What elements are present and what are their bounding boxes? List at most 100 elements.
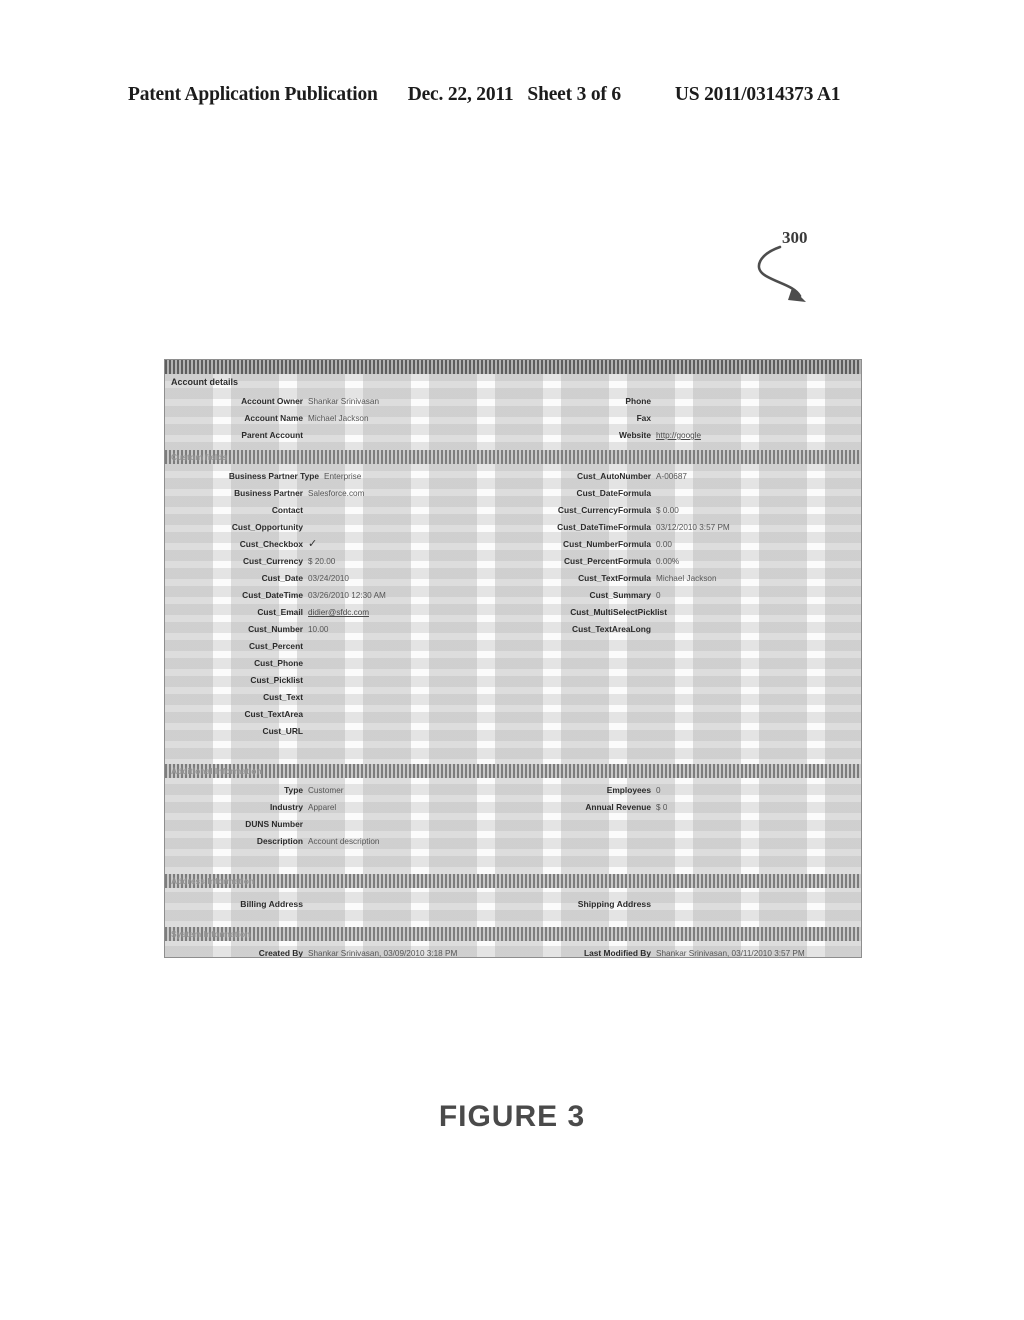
patent-page-header: Patent Application Publication Dec. 22, … xyxy=(128,84,896,106)
field-row: Cust_DateTimeFormula 03/12/2010 3:57 PM xyxy=(517,519,861,536)
right-field-column: Last Modified By Shankar Srinivasan, 03/1… xyxy=(513,945,861,958)
field-label: Last Modified By xyxy=(583,948,651,958)
field-label: Cust_MultiSelectPicklist xyxy=(570,607,667,617)
field-label: Industry xyxy=(269,802,303,812)
field-value: Customer xyxy=(308,786,344,795)
field-label: Description xyxy=(256,836,303,846)
field-row: Cust_DateTime 03/26/2010 12:30 AM xyxy=(169,587,513,604)
field-row: Cust_Email didier@sfdc.com xyxy=(169,604,513,621)
field-row: Cust_Picklist xyxy=(169,672,513,689)
field-label: Created By xyxy=(258,948,303,958)
section-account-details: Account details Account Owner Shankar Srin… xyxy=(165,360,861,450)
field-row: Cust_Percent xyxy=(169,638,513,655)
field-label: Phone xyxy=(625,396,651,406)
field-row: Employees 0 xyxy=(517,782,861,799)
field-row: Billing Address xyxy=(169,896,513,913)
section-title: Additional Information xyxy=(171,766,262,776)
figure-caption: FIGURE 3 xyxy=(438,1100,586,1133)
field-row: Cust_AutoNumber A-00687 xyxy=(517,468,861,485)
field-value: $ 0.00 xyxy=(656,506,679,515)
section-header-band[interactable]: Additional Information xyxy=(165,764,861,778)
field-label: Website xyxy=(619,430,651,440)
field-label: Fax xyxy=(636,413,651,423)
field-label: Business Partner Type xyxy=(228,471,319,481)
section-header-band[interactable]: System Information xyxy=(165,927,861,941)
section-header-band[interactable]: Address Information xyxy=(165,874,861,888)
section-fields: Business Partner Type Enterprise Business … xyxy=(165,464,861,746)
field-label: DUNS Number xyxy=(245,819,303,829)
field-label: Cust_AutoNumber xyxy=(577,471,651,481)
field-value-link[interactable]: didier@sfdc.com xyxy=(308,604,369,621)
field-value: Account description xyxy=(308,837,380,846)
field-row: Account Owner Shankar Srinivasan xyxy=(169,393,513,410)
field-row: Phone xyxy=(517,393,861,410)
field-label: Cust_Checkbox xyxy=(239,539,303,549)
field-label: Parent Account xyxy=(241,430,303,440)
left-field-column: Created By Shankar Srinivasan, 03/09/2010… xyxy=(165,945,513,958)
left-field-column: Account Owner Shankar Srinivasan Account N… xyxy=(165,393,513,444)
field-value: Michael Jackson xyxy=(308,414,369,423)
field-label: Account Name xyxy=(244,413,303,423)
field-row: Cust_Opportunity xyxy=(169,519,513,536)
field-row: Cust_Date 03/24/2010 xyxy=(169,570,513,587)
right-field-column: Phone Fax Website http://google xyxy=(513,393,861,444)
patent-number: US 2011/0314373 A1 xyxy=(674,84,841,105)
field-label: Cust_URL xyxy=(262,726,303,736)
field-row: Last Modified By Shankar Srinivasan, 03/1… xyxy=(517,945,861,958)
field-value: 10.00 xyxy=(308,625,329,634)
field-label: Employees xyxy=(606,785,651,795)
field-value: 0 xyxy=(656,786,661,795)
field-label: Cust_Percent xyxy=(249,641,303,651)
field-value: 0 xyxy=(656,591,661,600)
field-value: Michael Jackson xyxy=(656,574,717,583)
field-row: Annual Revenue $ 0 xyxy=(517,799,861,816)
field-row: Type Customer xyxy=(169,782,513,799)
field-label: Cust_CurrencyFormula xyxy=(557,505,651,515)
section-header-band[interactable]: Custom fields xyxy=(165,450,861,464)
field-row: Fax xyxy=(517,410,861,427)
field-label: Cust_PercentFormula xyxy=(563,556,651,566)
field-label: Cust_Summary xyxy=(589,590,651,600)
field-label: Cust_DateTime xyxy=(242,590,303,600)
section-additional-information: Additional Information Type Customer Indust… xyxy=(165,764,861,874)
section-title: Address Information xyxy=(171,876,255,886)
right-field-column: Cust_AutoNumber A-00687 Cust_DateFormula Cu… xyxy=(513,468,861,740)
field-label: Cust_NumberFormula xyxy=(563,539,651,549)
field-value: $ 20.00 xyxy=(308,557,336,566)
field-label: Annual Revenue xyxy=(585,802,651,812)
left-field-column: Business Partner Type Enterprise Business … xyxy=(165,468,513,740)
field-value: ✓ xyxy=(308,538,318,550)
field-value: Shankar Srinivasan xyxy=(308,397,379,406)
field-value: Salesforce.com xyxy=(308,489,365,498)
field-row: Cust_Number 10.00 xyxy=(169,621,513,638)
field-label: Cust_TextAreaLong xyxy=(572,624,651,634)
section-custom-fields: Custom fields Business Partner Type Enterp… xyxy=(165,450,861,764)
publication-label: Patent Application Publication xyxy=(128,84,378,105)
field-row: Cust_PercentFormula 0.00% xyxy=(517,553,861,570)
field-row: Business Partner Salesforce.com xyxy=(169,485,513,502)
field-value: 03/26/2010 12:30 AM xyxy=(308,591,386,600)
field-row: DUNS Number xyxy=(169,816,513,833)
field-row: Cust_TextArea xyxy=(169,706,513,723)
left-field-column: Type Customer Industry Apparel DUNS Number De… xyxy=(165,782,513,850)
field-row: Cust_TextAreaLong xyxy=(517,621,861,638)
section-title: System Information xyxy=(171,929,251,939)
field-label: Cust_DateFormula xyxy=(576,488,651,498)
account-detail-screenshot: Account details Account Owner Shankar Srin… xyxy=(164,359,862,958)
field-label: Shipping Address xyxy=(577,899,651,909)
section-title: Custom fields xyxy=(171,452,228,462)
field-label: Cust_Currency xyxy=(242,556,303,566)
field-label: Cust_TextFormula xyxy=(578,573,651,583)
section-header-band[interactable] xyxy=(165,360,861,374)
field-label: Cust_Date xyxy=(261,573,303,583)
field-label: Type xyxy=(284,785,303,795)
field-value-link[interactable]: http://google xyxy=(656,427,701,444)
field-row: Industry Apparel xyxy=(169,799,513,816)
section-fields: Account Owner Shankar Srinivasan Account N… xyxy=(165,389,861,450)
field-value: 03/12/2010 3:57 PM xyxy=(656,523,730,532)
section-fields: Type Customer Industry Apparel DUNS Number De… xyxy=(165,778,861,856)
field-label: Cust_Email xyxy=(257,607,303,617)
field-label: Business Partner xyxy=(234,488,303,498)
leader-line-arrow-icon xyxy=(757,245,806,302)
